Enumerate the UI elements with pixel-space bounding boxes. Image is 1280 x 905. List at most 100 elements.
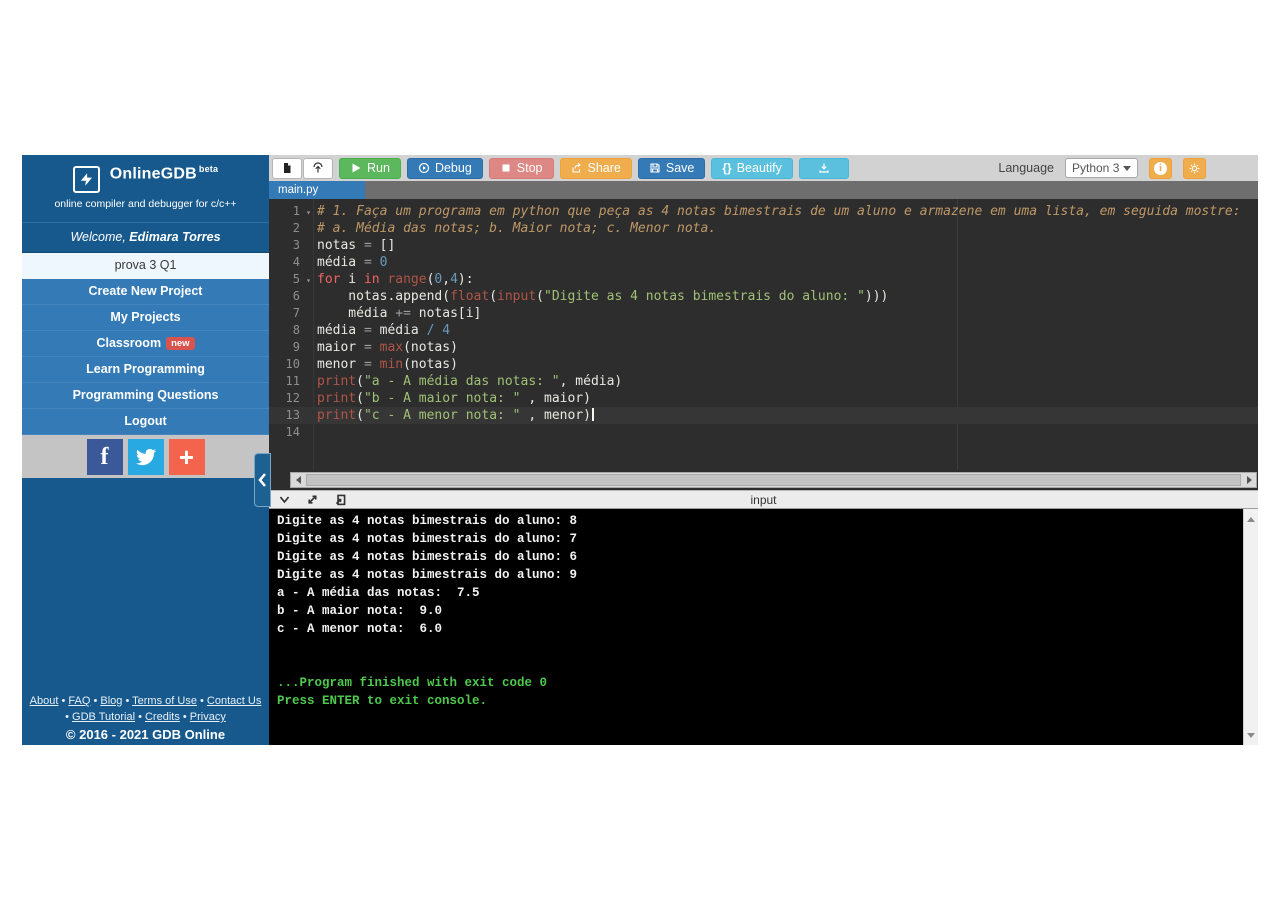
line-number: 4	[292, 255, 300, 269]
console-line: b - A maior nota: 9.0	[277, 604, 443, 618]
code-line[interactable]: print("a - A média das notas: ", média)	[317, 373, 1258, 390]
console-input-label: input	[750, 492, 777, 507]
code-line[interactable]: média = 0	[317, 254, 1258, 271]
code-line[interactable]: # 1. Faça um programa em python que peça…	[317, 203, 1258, 220]
line-number: 5 ▾	[269, 271, 313, 288]
bullet-separator: •	[58, 695, 69, 707]
welcome-bar: Welcome, Edimara Torres	[22, 222, 269, 253]
footer-link[interactable]: Blog	[100, 695, 122, 707]
debug-icon	[418, 162, 430, 174]
footer-link[interactable]: GDB Tutorial	[72, 711, 135, 723]
code-lines: # 1. Faça um programa em python que peça…	[317, 203, 1258, 441]
user-name: Edimara Torres	[129, 230, 221, 244]
sidebar: OnlineGDB beta online compiler and debugg…	[22, 155, 269, 745]
bullet-separator: •	[135, 711, 145, 723]
collapse-console-icon[interactable]	[278, 493, 291, 506]
console-scrollbar[interactable]	[1243, 509, 1258, 745]
bullet-separator: •	[65, 711, 73, 723]
stop-button[interactable]: Stop	[488, 157, 554, 179]
beautify-button[interactable]: {} Beautify	[711, 157, 793, 179]
line-number: 9	[292, 340, 300, 354]
save-button[interactable]: Save	[637, 157, 706, 179]
onlinegdb-app: OnlineGDB beta online compiler and debugg…	[22, 155, 1258, 745]
bullet-separator: •	[122, 695, 133, 707]
horizontal-scroll-thumb[interactable]	[306, 474, 1241, 486]
footer-link[interactable]: About	[30, 695, 59, 707]
scroll-down-arrow[interactable]	[1244, 728, 1258, 742]
copyright: © 2016 - 2021 GDB Online	[65, 727, 226, 742]
fold-icon[interactable]: ▾	[306, 272, 311, 289]
sidebar-item-logout[interactable]: Logout	[22, 409, 269, 435]
scroll-right-arrow[interactable]	[1242, 473, 1256, 487]
sidebar-item-programming-questions[interactable]: Programming Questions	[22, 383, 269, 409]
bullet-separator: •	[179, 711, 190, 723]
debug-button[interactable]: Debug	[406, 157, 483, 179]
horizontal-scrollbar[interactable]	[290, 472, 1257, 488]
line-number: 13	[285, 408, 300, 422]
code-line[interactable]: print("b - A maior nota: " , maior)	[317, 390, 1258, 407]
editor-hscroll-area	[269, 470, 1258, 490]
sidebar-item-project-prova-3-q1[interactable]: prova 3 Q1	[22, 253, 269, 279]
twitter-icon[interactable]	[127, 439, 164, 475]
footer-link[interactable]: Credits	[145, 711, 180, 723]
footer-link[interactable]: FAQ	[68, 695, 90, 707]
line-number: 6	[292, 289, 300, 303]
line-number: 1 ▾	[269, 203, 313, 220]
console-line: Digite as 4 notas bimestrais do aluno: 9	[277, 568, 578, 582]
scroll-left-arrow[interactable]	[291, 473, 305, 487]
upload-icon	[313, 162, 323, 173]
sidebar-menu: prova 3 Q1 Create New Project My Project…	[22, 253, 269, 435]
settings-button[interactable]	[1183, 157, 1206, 179]
tab-main-py[interactable]: main.py	[269, 181, 365, 199]
sidebar-item-my-projects[interactable]: My Projects	[22, 305, 269, 331]
sidebar-item-classroom[interactable]: Classroom new	[22, 331, 269, 357]
upload-button[interactable]	[303, 157, 333, 179]
fold-icon[interactable]: ▾	[306, 204, 311, 221]
share-button[interactable]: Share	[559, 157, 632, 179]
code-line[interactable]: notas.append(float(input("Digite as 4 no…	[317, 288, 1258, 305]
code-line[interactable]: # a. Média das notas; b. Maior nota; c. …	[317, 220, 1258, 237]
footer-link[interactable]: Terms of Use	[132, 695, 197, 707]
sidebar-collapse-button[interactable]	[254, 453, 271, 507]
new-file-button[interactable]	[272, 157, 302, 179]
chevron-down-icon	[1123, 165, 1131, 171]
code-editor[interactable]: 1 ▾ 2 3 4 5 ▾ 6 7 8 9 10 11 12 13 14 # 1. Faça um progr…	[269, 199, 1258, 470]
line-number: 14	[285, 425, 300, 439]
gear-icon	[1189, 163, 1200, 173]
console-header: input	[269, 490, 1258, 509]
run-button[interactable]: Run	[339, 157, 401, 179]
code-line[interactable]: maior = max(notas)	[317, 339, 1258, 356]
open-new-window-icon[interactable]	[334, 493, 347, 506]
code-line[interactable]: média += notas[i]	[317, 305, 1258, 322]
sidebar-item-create-new-project[interactable]: Create New Project	[22, 279, 269, 305]
app-subtitle: online compiler and debugger for c/c++	[54, 198, 237, 210]
scroll-up-arrow[interactable]	[1244, 512, 1258, 526]
expand-console-icon[interactable]	[306, 493, 319, 506]
footer-link[interactable]: Privacy	[190, 711, 226, 723]
line-number: 11	[285, 374, 300, 388]
info-icon: i	[1154, 161, 1167, 175]
stop-icon	[502, 164, 510, 172]
info-button[interactable]: i	[1149, 157, 1172, 179]
file-icon	[284, 163, 291, 173]
facebook-icon[interactable]: f	[86, 439, 123, 475]
sidebar-header: OnlineGDB beta online compiler and debugg…	[22, 155, 269, 222]
google-plus-icon[interactable]: +	[168, 439, 205, 475]
code-line[interactable]: notas = []	[317, 237, 1258, 254]
code-line[interactable]: média = média / 4	[317, 322, 1258, 339]
console-output[interactable]: Digite as 4 notas bimestrais do aluno: 8…	[269, 509, 1258, 745]
sidebar-item-learn-programming[interactable]: Learn Programming	[22, 357, 269, 383]
code-line[interactable]: for i in range(0,4):	[317, 271, 1258, 288]
welcome-prefix: Welcome,	[70, 230, 130, 244]
code-line[interactable]: menor = min(notas)	[317, 356, 1258, 373]
beta-label: beta	[198, 164, 219, 174]
language-select[interactable]: Python 3	[1065, 158, 1138, 178]
line-number: 8	[292, 323, 300, 337]
footer-link[interactable]: Contact Us	[207, 695, 261, 707]
download-button[interactable]	[798, 157, 849, 179]
lightning-logo-icon	[72, 166, 100, 193]
code-line[interactable]: print("c - A menor nota: " , menor)	[317, 407, 1258, 424]
code-line[interactable]	[317, 424, 1258, 441]
social-bar: f +	[22, 435, 269, 478]
